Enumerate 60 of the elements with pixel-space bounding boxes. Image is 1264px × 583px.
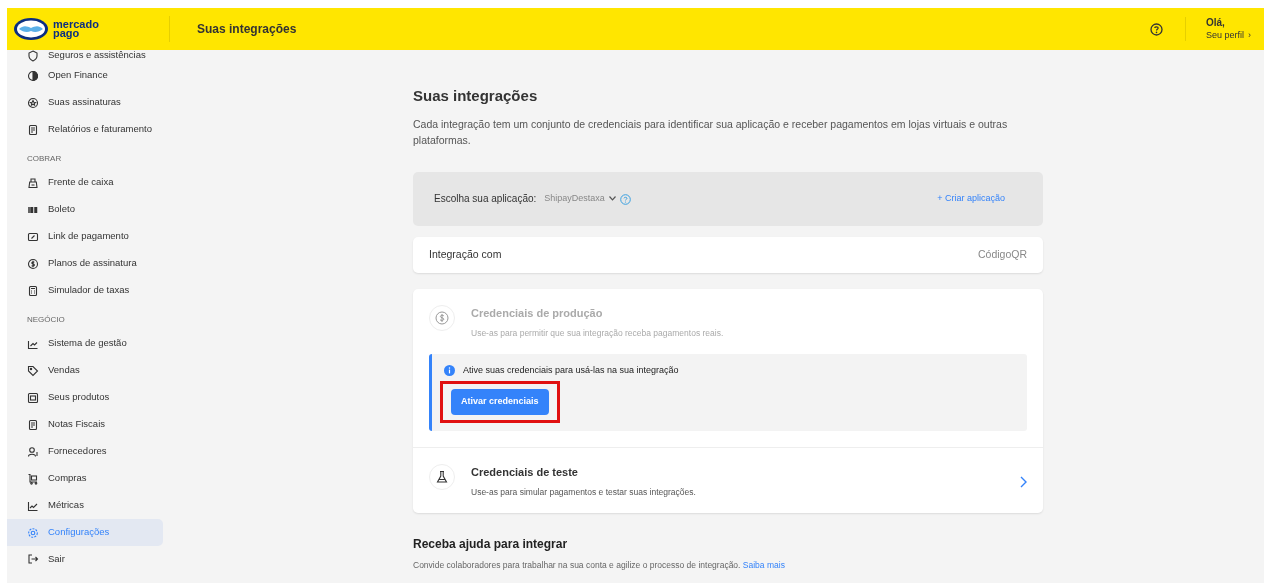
disabled-title: Credenciais de produção bbox=[471, 305, 604, 321]
sidebar-item[interactable]: Fornecedores bbox=[7, 438, 163, 465]
section-title: Receba ajuda para integrar bbox=[413, 536, 569, 553]
flask-icon bbox=[435, 469, 449, 484]
greeting-text: Olá, bbox=[1206, 17, 1226, 29]
star-icon bbox=[27, 96, 39, 109]
sidebar-item[interactable]: Seguros e assistências bbox=[7, 50, 163, 62]
sidebar-item[interactable]: Open Finance bbox=[7, 62, 163, 89]
box-icon bbox=[27, 391, 39, 404]
sidebar-item[interactable]: Boleto bbox=[7, 196, 163, 223]
sidebar-item[interactable]: Sistema de gestão bbox=[7, 330, 163, 357]
section-label: COBRAR bbox=[26, 153, 63, 165]
card-description: Use-as para simular pagamentos e testar suas integrações. bbox=[471, 486, 697, 499]
section-label: NEGÓCIO bbox=[26, 314, 66, 326]
logo-text: pago bbox=[53, 29, 80, 38]
sidebar-item[interactable]: Planos de assinatura bbox=[7, 250, 163, 277]
info-icon bbox=[444, 365, 455, 376]
document-icon bbox=[27, 123, 39, 136]
card-description: Use-as para permitir que sua integração receba pagamentos reais. bbox=[471, 327, 725, 340]
help-icon[interactable] bbox=[1150, 23, 1163, 37]
chevron-down-icon bbox=[608, 196, 616, 201]
dollar-icon bbox=[435, 310, 449, 325]
link-icon bbox=[27, 230, 39, 243]
document-icon bbox=[27, 418, 39, 431]
chart-icon bbox=[27, 499, 39, 512]
selector-label: Escolha sua aplicação: bbox=[434, 192, 537, 206]
tag-icon bbox=[27, 364, 39, 377]
register-icon bbox=[27, 176, 39, 189]
sidebar-item[interactable]: Link de pagamento bbox=[7, 223, 163, 250]
help-description: Convide colaboradores para trabalhar na sua conta e agilize o processo de integração. Saiba mais bbox=[413, 559, 786, 572]
exit-icon bbox=[27, 553, 39, 565]
integration-label: Integração com bbox=[429, 246, 502, 262]
dollar-icon bbox=[27, 257, 39, 270]
sidebar-item[interactable]: Vendas bbox=[7, 357, 163, 384]
sidebar-item[interactable]: Simulador de taxas bbox=[7, 277, 163, 304]
handshake-logo-icon bbox=[13, 17, 49, 41]
notice-text: Ative suas credenciais para usá-las na sua integração bbox=[463, 363, 679, 377]
sidebar-item[interactable]: Frente de caixa bbox=[7, 169, 163, 196]
learn-more-link[interactable]: Saiba mais bbox=[742, 560, 785, 570]
sidebar-item[interactable]: Compras bbox=[7, 465, 163, 492]
cart-icon bbox=[27, 472, 39, 485]
card-title: Credenciais de teste bbox=[471, 464, 579, 480]
integration-value: CódigoQR bbox=[977, 246, 1027, 262]
description-text: Cada integração tem um conjunto de credenciais para identificar sua aplicação e receber pagamentos em lojas virtuais e outras plataformas. bbox=[413, 116, 1009, 148]
sidebar-item[interactable]: Relatórios e faturamento bbox=[7, 116, 163, 143]
chevron-icon: › bbox=[1248, 29, 1252, 41]
sidebar-item[interactable]: Métricas bbox=[7, 492, 163, 519]
section-title: Suas integrações bbox=[413, 86, 539, 106]
sidebar-item[interactable]: Seus produtos bbox=[7, 384, 163, 411]
sidebar-item[interactable]: Suas assinaturas bbox=[7, 89, 163, 116]
shield-icon bbox=[27, 50, 39, 62]
settings-icon bbox=[27, 526, 39, 539]
page-title: Suas integrações bbox=[196, 21, 297, 38]
profile-link[interactable]: Seu perfil bbox=[1206, 29, 1245, 41]
calculator-icon bbox=[27, 284, 39, 297]
logo-text: mercado bbox=[53, 20, 99, 29]
sidebar-item[interactable]: Sair bbox=[7, 550, 163, 568]
chevron-right-icon[interactable] bbox=[1020, 476, 1027, 489]
person-icon bbox=[27, 445, 39, 458]
sidebar-item[interactable]: Notas Fiscais bbox=[7, 411, 163, 438]
